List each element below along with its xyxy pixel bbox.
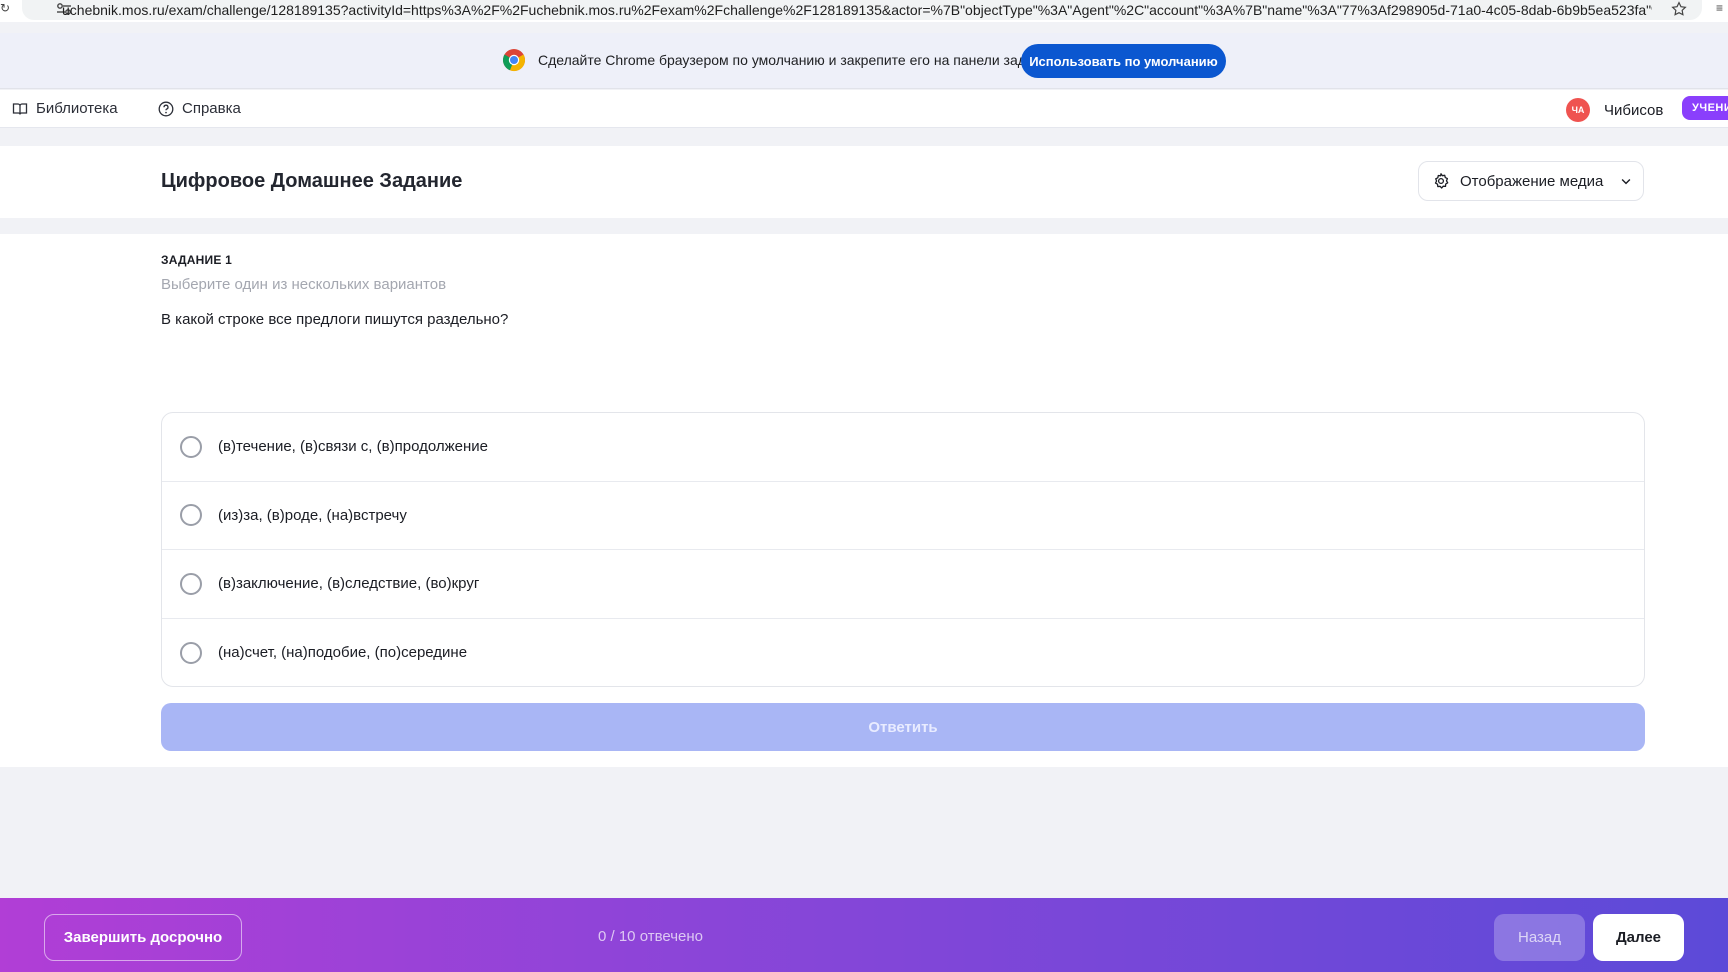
banner-text: Сделайте Chrome браузером по умолчанию и…	[538, 52, 1045, 68]
bookmark-star-icon[interactable]	[1670, 0, 1688, 18]
radio-button[interactable]	[180, 572, 202, 595]
answer-option-label: (в)заключение, (в)следствие, (во)круг	[218, 575, 480, 593]
answer-option[interactable]: (из)за, (в)роде, (на)встречу	[162, 482, 1644, 550]
role-badge: УЧЕНИ	[1682, 96, 1728, 120]
radio-button[interactable]	[180, 641, 202, 664]
bottom-action-bar: Завершить досрочно 0 / 10 отвечено Назад…	[0, 898, 1728, 972]
avatar: ЧА	[1566, 98, 1590, 122]
task-hint: Выберите один из нескольких вариантов	[161, 276, 447, 293]
media-display-label: Отображение медиа	[1460, 172, 1604, 190]
answer-option-label: (из)за, (в)роде, (на)встречу	[218, 506, 407, 524]
task-number: ЗАДАНИЕ 1	[161, 253, 232, 267]
chevron-down-icon	[1621, 178, 1631, 185]
task-card: ЗАДАНИЕ 1 Выберите один из нескольких ва…	[0, 234, 1728, 767]
submit-answer-button[interactable]: Ответить	[161, 703, 1645, 751]
answer-option-label: (в)течение, (в)связи с, (в)продолжение	[218, 438, 488, 456]
task-question: В какой строке все предлоги пишутся разд…	[161, 311, 509, 328]
default-browser-banner: Сделайте Chrome браузером по умолчанию и…	[0, 33, 1728, 89]
radio-button[interactable]	[180, 504, 202, 527]
book-icon	[12, 102, 28, 115]
answer-option-label: (на)счет, (на)подобие, (по)середине	[218, 644, 468, 662]
back-button[interactable]: Назад	[1494, 914, 1585, 961]
answer-option[interactable]: (в)заключение, (в)следствие, (во)круг	[162, 550, 1644, 619]
page-title: Цифровое Домашнее Задание	[161, 170, 463, 192]
nav-help-link[interactable]: Справка	[158, 100, 241, 117]
finish-early-button[interactable]: Завершить досрочно	[44, 914, 242, 961]
url-text: uchebnik.mos.ru/exam/challenge/128189135…	[62, 2, 1652, 18]
menu-icon[interactable]: ≡	[1716, 1, 1723, 15]
user-name: Чибисов	[1604, 101, 1664, 119]
browser-address-bar: ↻ uchebnik.mos.ru/exam/challenge/1281891…	[0, 0, 1728, 22]
nav-help-label: Справка	[182, 100, 241, 117]
nav-library-link[interactable]: Библиотека	[12, 100, 118, 117]
nav-library-label: Библиотека	[36, 100, 118, 117]
url-field[interactable]: uchebnik.mos.ru/exam/challenge/128189135…	[22, 0, 1702, 20]
reload-icon[interactable]: ↻	[0, 1, 10, 15]
set-default-button[interactable]: Использовать по умолчанию	[1021, 44, 1226, 78]
radio-button[interactable]	[180, 435, 202, 458]
help-circle-icon	[158, 101, 174, 116]
top-navigation: Библиотека Справка ЧА Чибисов УЧЕНИ	[0, 90, 1728, 128]
page-header: Цифровое Домашнее Задание Отображение ме…	[0, 146, 1728, 218]
next-button[interactable]: Далее	[1593, 914, 1684, 961]
answered-progress: 0 / 10 отвечено	[598, 928, 704, 945]
answer-option[interactable]: (на)счет, (на)подобие, (по)середине	[162, 619, 1644, 687]
media-display-dropdown[interactable]: Отображение медиа	[1418, 161, 1644, 201]
user-menu[interactable]: ЧА Чибисов	[1566, 98, 1663, 122]
answer-options: (в)течение, (в)связи с, (в)продолжение (…	[161, 412, 1645, 687]
gear-icon	[1434, 173, 1449, 189]
answer-option[interactable]: (в)течение, (в)связи с, (в)продолжение	[162, 413, 1644, 482]
chrome-logo-icon	[502, 49, 526, 72]
